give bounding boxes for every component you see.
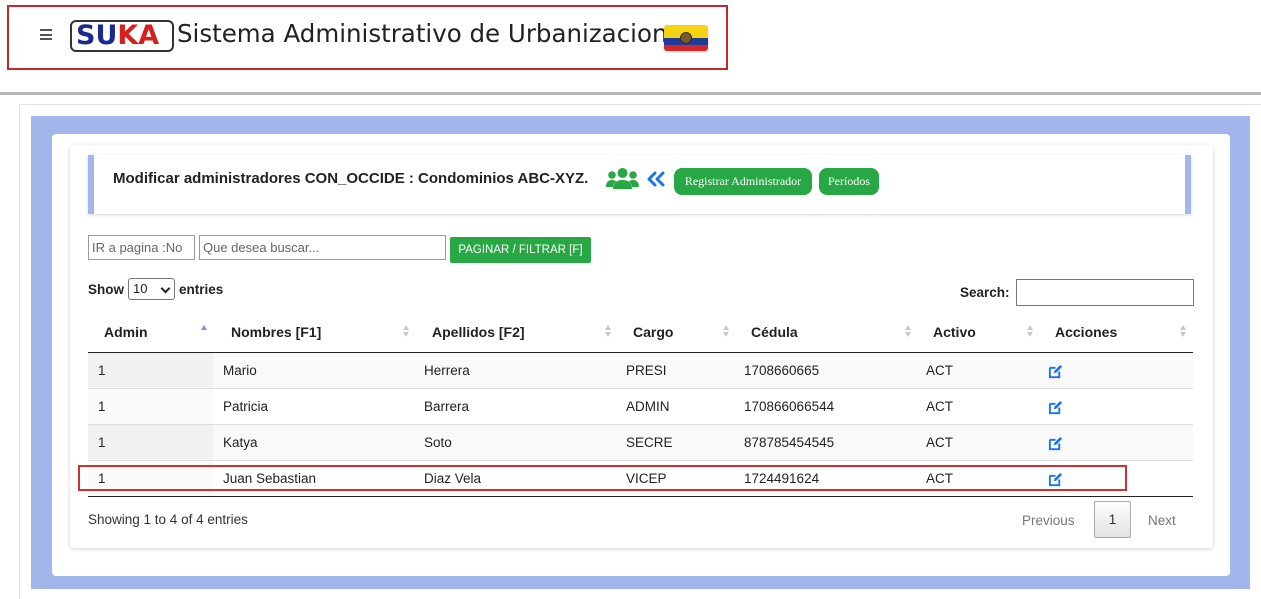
cell-cargo: PRESI (626, 363, 667, 378)
sort-icon[interactable] (1180, 325, 1187, 339)
sort-asc-icon[interactable] (201, 325, 208, 339)
table-row: 1 Patricia Barrera ADMIN 170866066544 AC… (88, 389, 1193, 425)
register-admin-button[interactable]: Registrar Administrador (674, 168, 812, 195)
cell-apellidos: Herrera (424, 363, 470, 378)
col-header-admin[interactable]: Admin (104, 324, 148, 340)
cell-cargo: SECRE (626, 435, 673, 450)
search-query-input[interactable]: Que desea buscar... (199, 235, 446, 260)
periods-button[interactable]: Períodos (819, 168, 879, 195)
cell-nombres: Katya (223, 435, 258, 450)
page-length-value: 10 (133, 281, 148, 296)
double-chevron-left-icon[interactable] (646, 171, 668, 187)
table-row: 1 Katya Soto SECRE 878785454545 ACT (88, 425, 1193, 461)
previous-page-button[interactable]: Previous (1022, 513, 1075, 528)
sort-icon[interactable] (605, 325, 612, 339)
table-info: Showing 1 to 4 of 4 entries (88, 512, 248, 527)
col-header-nombres[interactable]: Nombres [F1] (231, 324, 321, 340)
entries-label: entries (179, 282, 224, 297)
suka-logo: SUKA (70, 20, 174, 52)
cell-cedula: 878785454545 (744, 435, 835, 450)
cell-nombres: Mario (223, 363, 257, 378)
show-label: Show (88, 282, 124, 297)
sort-icon[interactable] (403, 325, 410, 339)
chevron-down-icon (160, 283, 171, 294)
cell-cargo: ADMIN (626, 399, 670, 414)
app-title: Sistema Administrativo de Urbanizaciones (177, 19, 696, 48)
cell-activo: ACT (926, 399, 953, 414)
table-bottom-divider (88, 496, 1193, 497)
edit-icon[interactable] (1048, 364, 1063, 379)
cell-apellidos: Barrera (424, 399, 470, 414)
col-header-cargo[interactable]: Cargo (633, 324, 673, 340)
page-number-input[interactable]: IR a pagina :No (88, 235, 195, 260)
col-header-apellidos[interactable]: Apellidos [F2] (432, 324, 525, 340)
menu-icon[interactable] (40, 29, 52, 40)
next-page-button[interactable]: Next (1148, 513, 1176, 528)
cell-nombres: Patricia (223, 399, 269, 414)
form-title: Modificar administradores CON_OCCIDE : C… (113, 170, 589, 187)
cell-admin: 1 (98, 399, 106, 414)
cell-cedula: 170866066544 (744, 399, 835, 414)
cell-admin: 1 (98, 363, 106, 378)
sort-icon[interactable] (723, 325, 730, 339)
page-1-button[interactable]: 1 (1094, 501, 1131, 538)
cell-activo: ACT (926, 363, 953, 378)
col-header-cedula[interactable]: Cédula (751, 324, 798, 340)
cell-cedula: 1708660665 (744, 363, 820, 378)
search-label: Search: (960, 285, 1010, 300)
cell-apellidos: Soto (424, 435, 452, 450)
ecuador-flag-icon (664, 25, 708, 51)
col-header-acciones[interactable]: Acciones (1055, 324, 1117, 340)
row-highlight (78, 465, 1127, 491)
users-icon[interactable] (606, 167, 639, 191)
table-row: 1 Mario Herrera PRESI 1708660665 ACT (88, 353, 1193, 389)
table-search-input[interactable] (1016, 279, 1194, 306)
col-header-activo[interactable]: Activo (933, 324, 976, 340)
cell-activo: ACT (926, 435, 953, 450)
sort-icon[interactable] (1027, 325, 1034, 339)
sort-icon[interactable] (905, 325, 912, 339)
page-length-select[interactable]: 10 (128, 278, 175, 300)
edit-icon[interactable] (1048, 400, 1063, 415)
paginate-filter-button[interactable]: PAGINAR / FILTRAR [F] (450, 237, 591, 263)
header-divider (0, 92, 1261, 95)
cell-admin: 1 (98, 435, 106, 450)
edit-icon[interactable] (1048, 436, 1063, 451)
